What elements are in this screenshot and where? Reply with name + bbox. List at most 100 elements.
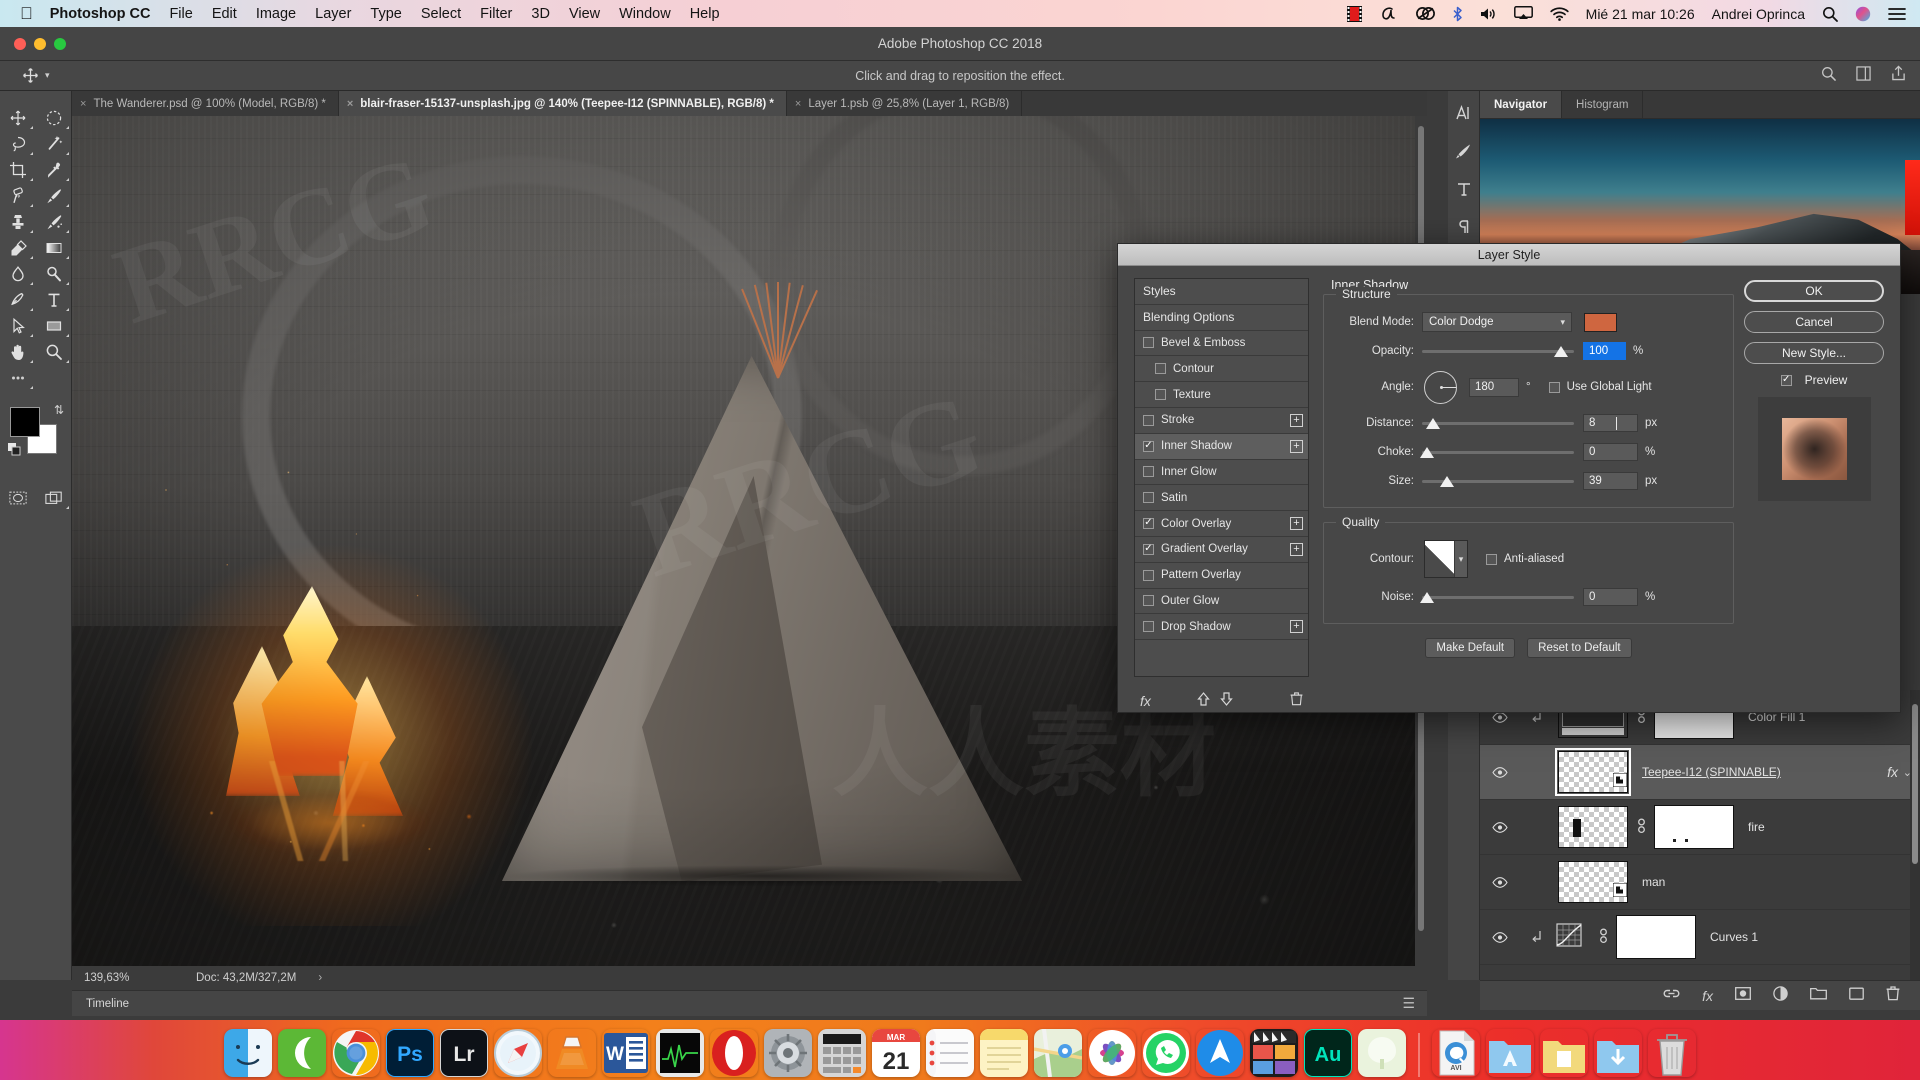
add-effect-instance-icon[interactable]: + xyxy=(1290,620,1303,634)
dock-icon-downloads-folder[interactable] xyxy=(1594,1029,1642,1077)
dock-icon-safari[interactable] xyxy=(494,1029,542,1077)
angle-input[interactable]: 180 xyxy=(1469,377,1519,397)
rectangle-tool[interactable] xyxy=(36,313,72,339)
eraser-tool[interactable] xyxy=(0,235,36,261)
link-layers-icon[interactable] xyxy=(1663,987,1680,1005)
slider-knob[interactable] xyxy=(1426,418,1440,429)
dock-icon-applications-folder[interactable] xyxy=(1486,1029,1534,1077)
layer-thumbnail[interactable] xyxy=(1558,861,1628,903)
dock-icon-whatsapp[interactable] xyxy=(1142,1029,1190,1077)
menu-item-type[interactable]: Type xyxy=(370,6,401,22)
style-row-contour[interactable]: Contour xyxy=(1135,356,1308,383)
menu-item-filter[interactable]: Filter xyxy=(480,6,512,22)
layer-thumbnail[interactable] xyxy=(1558,806,1628,848)
menu-item-file[interactable]: File xyxy=(169,6,192,22)
close-tab-icon[interactable]: × xyxy=(795,98,801,110)
type-tool[interactable] xyxy=(36,287,72,313)
status-expand-arrow[interactable]: › xyxy=(318,972,322,984)
dock-icon-notes[interactable] xyxy=(980,1029,1028,1077)
layer-visibility-toggle[interactable] xyxy=(1480,931,1520,943)
dock-icon-maps[interactable] xyxy=(1034,1029,1082,1077)
use-global-light-row[interactable]: Use Global Light xyxy=(1548,381,1652,393)
dock-icon-opera[interactable] xyxy=(710,1029,758,1077)
size-slider[interactable] xyxy=(1422,473,1574,489)
noise-slider[interactable] xyxy=(1420,589,1574,605)
style-checkbox[interactable] xyxy=(1155,363,1166,375)
dock-icon-documents-folder[interactable] xyxy=(1540,1029,1588,1077)
dock-icon-contacts[interactable] xyxy=(278,1029,326,1077)
dock-icon-system-preferences[interactable] xyxy=(764,1029,812,1077)
layer-name[interactable]: fire xyxy=(1748,820,1765,834)
cancel-button[interactable]: Cancel xyxy=(1744,311,1884,333)
wifi-icon[interactable] xyxy=(1550,6,1569,21)
dock-icon-avi-file[interactable]: AVI xyxy=(1432,1029,1480,1077)
menu-item-3d[interactable]: 3D xyxy=(531,6,550,22)
dock-icon-activity-monitor[interactable] xyxy=(656,1029,704,1077)
share-icon[interactable] xyxy=(1891,65,1906,86)
layer-row[interactable]: Curves 1 xyxy=(1480,910,1920,965)
menubar-datetime[interactable]: Mié 21 mar 10:26 xyxy=(1586,6,1695,22)
add-effect-instance-icon[interactable]: + xyxy=(1290,542,1303,556)
pen-tool[interactable] xyxy=(0,287,36,313)
style-row-bevel-emboss[interactable]: Bevel & Emboss xyxy=(1135,331,1308,357)
gradient-tool[interactable] xyxy=(36,235,72,261)
choke-slider[interactable] xyxy=(1420,444,1574,460)
menu-item-view[interactable]: View xyxy=(569,6,600,22)
dock-icon-reminders[interactable] xyxy=(926,1029,974,1077)
style-checkbox[interactable] xyxy=(1143,492,1154,504)
swap-colors-icon[interactable]: ⇅ xyxy=(54,403,64,417)
layer-style-dialog[interactable]: Layer Style Styles Blending Options Bevel … xyxy=(1117,243,1901,713)
preview-row[interactable]: ✓ Preview xyxy=(1744,373,1884,387)
add-effect-instance-icon[interactable]: + xyxy=(1290,439,1303,453)
dock-icon-photos[interactable] xyxy=(1088,1029,1136,1077)
layer-thumbnail[interactable] xyxy=(1555,748,1631,796)
style-row-styles[interactable]: Styles xyxy=(1135,279,1308,305)
timeline-tab-label[interactable]: Timeline xyxy=(86,998,129,1010)
document-tab[interactable]: × The Wanderer.psd @ 100% (Model, RGB/8) … xyxy=(72,91,339,116)
style-checkbox[interactable] xyxy=(1143,466,1154,478)
dock-icon-spark-mail[interactable] xyxy=(1196,1029,1244,1077)
shadow-color-swatch[interactable] xyxy=(1584,312,1617,332)
slider-knob[interactable] xyxy=(1440,476,1454,487)
layer-row[interactable]: fire xyxy=(1480,800,1920,855)
panel-tab-histogram[interactable]: Histogram xyxy=(1562,91,1644,118)
dock-icon-finder[interactable] xyxy=(224,1029,272,1077)
trash-icon[interactable] xyxy=(1290,691,1303,711)
style-row-blending-options[interactable]: Blending Options xyxy=(1135,305,1308,331)
curves-adjustment-icon[interactable] xyxy=(1554,922,1590,952)
slider-knob[interactable] xyxy=(1420,592,1434,603)
blur-tool[interactable] xyxy=(0,261,36,287)
style-checkbox[interactable] xyxy=(1143,337,1154,349)
make-default-button[interactable]: Make Default xyxy=(1425,638,1516,658)
style-checkbox[interactable] xyxy=(1143,414,1154,426)
layer-mask-thumbnail[interactable] xyxy=(1616,915,1696,959)
dock-icon-trash[interactable] xyxy=(1648,1029,1696,1077)
chevron-down-icon[interactable]: ▾ xyxy=(1454,541,1467,577)
eyedropper-tool[interactable] xyxy=(36,157,72,183)
layer-row[interactable]: Teepee-I12 (SPINNABLE) fx ⌄ xyxy=(1480,745,1920,800)
new-adjustment-icon[interactable] xyxy=(1773,985,1788,1006)
size-input[interactable]: 39 xyxy=(1583,472,1638,490)
foreground-color-swatch[interactable] xyxy=(10,407,40,437)
hand-tool[interactable] xyxy=(0,339,36,365)
style-row-satin[interactable]: Satin xyxy=(1135,485,1308,512)
style-row-gradient-overlay[interactable]: ✓ Gradient Overlay + xyxy=(1135,537,1308,563)
search-icon[interactable] xyxy=(1822,6,1838,22)
add-mask-icon[interactable] xyxy=(1735,986,1751,1005)
film-strip-icon[interactable] xyxy=(1346,5,1362,22)
teepee-object[interactable] xyxy=(502,282,1022,887)
layer-visibility-toggle[interactable] xyxy=(1480,876,1520,888)
dock-icon-lightroom[interactable]: Lr xyxy=(440,1029,488,1077)
close-tab-icon[interactable]: × xyxy=(347,98,353,110)
noise-input[interactable]: 0 xyxy=(1583,588,1638,606)
clone-stamp-tool[interactable] xyxy=(0,209,36,235)
style-checkbox[interactable] xyxy=(1143,621,1154,633)
dock-icon-forest[interactable] xyxy=(1358,1029,1406,1077)
screen-mode-icon[interactable] xyxy=(36,485,72,511)
layer-visibility-toggle[interactable] xyxy=(1480,821,1520,833)
control-center-icon[interactable] xyxy=(1888,7,1906,21)
menu-item-image[interactable]: Image xyxy=(256,6,296,22)
add-effect-instance-icon[interactable]: + xyxy=(1290,517,1303,531)
marquee-tool[interactable] xyxy=(36,105,72,131)
move-down-icon[interactable] xyxy=(1220,691,1234,711)
